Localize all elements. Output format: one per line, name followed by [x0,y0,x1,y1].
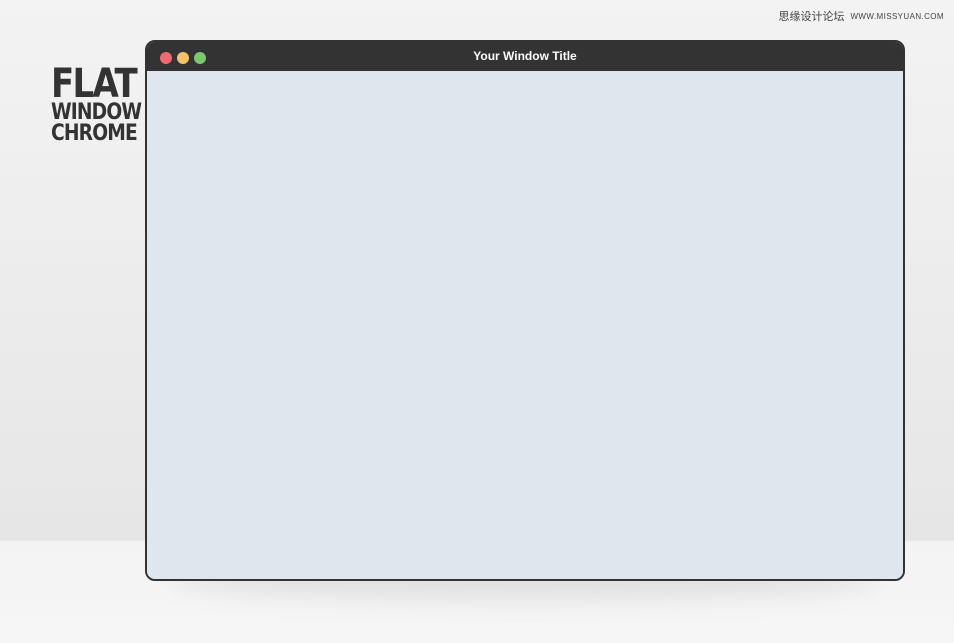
brand-line-3: CHROME [51,120,138,146]
window-title: Your Window Title [473,49,577,63]
watermark: 思缘设计论坛 WWW.MISSYUAN.COM [778,8,944,24]
brand-line-1: FLAT [51,61,138,107]
brand-heading: FLAT WINDOW CHROME [51,61,142,146]
window-controls [160,52,206,64]
watermark-chinese: 思缘设计论坛 [778,11,845,23]
minimize-button[interactable] [177,52,189,64]
window-titlebar[interactable]: Your Window Title [147,42,903,71]
app-window: Your Window Title [145,40,905,581]
window-content-area [147,71,903,579]
watermark-site: WWW.MISSYUAN.COM [850,11,944,21]
maximize-button[interactable] [194,52,206,64]
close-button[interactable] [160,52,172,64]
